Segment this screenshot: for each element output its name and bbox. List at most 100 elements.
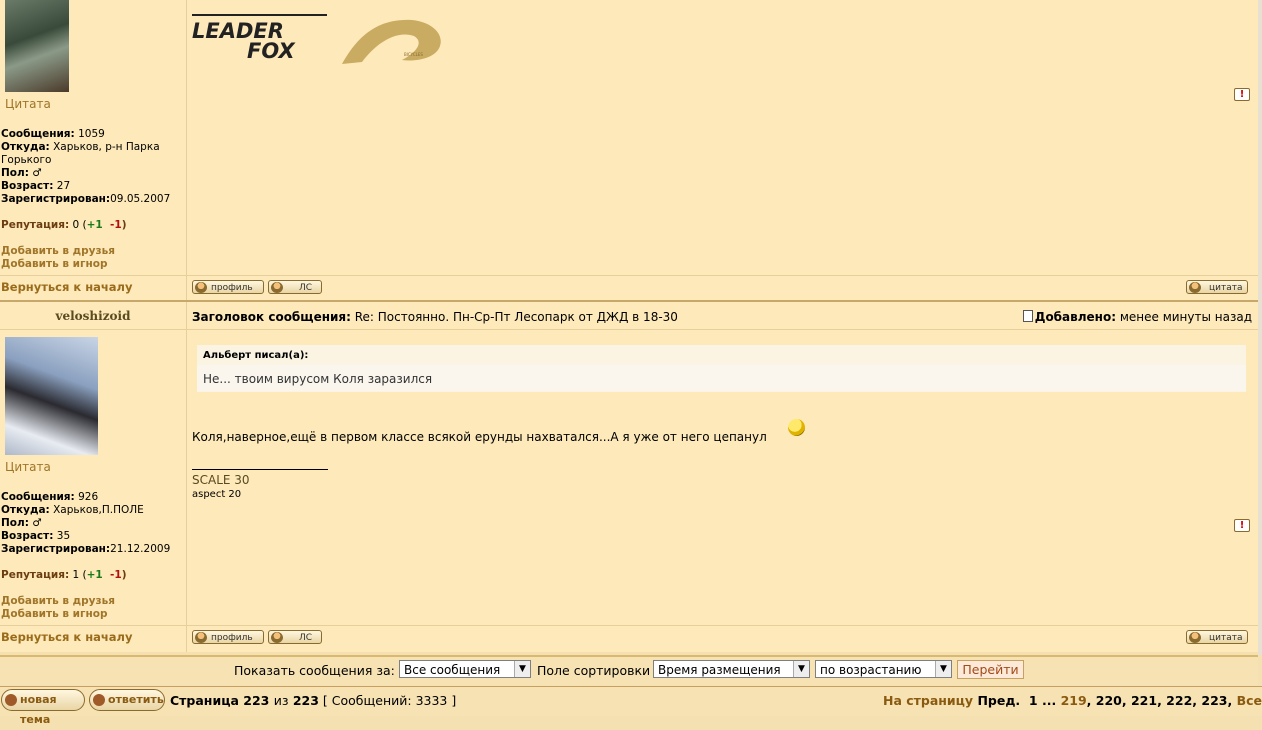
page-link-start[interactable]: 1 ... xyxy=(1029,693,1056,708)
add-ignore-link[interactable]: Добавить в игнор xyxy=(1,258,108,271)
reputation: Репутация: 1 (+1 -1) xyxy=(1,569,127,581)
chevron-down-icon: ▼ xyxy=(793,661,809,677)
page-link[interactable]: 222 xyxy=(1166,693,1192,708)
rep-close: ) xyxy=(121,219,127,231)
profile-button[interactable]: профиль xyxy=(192,280,264,294)
quote-button-label: цитата xyxy=(1209,283,1243,293)
pm-icon xyxy=(271,632,283,643)
stat-label: Сообщения: xyxy=(1,491,75,503)
reputation-label: Репутация: xyxy=(1,219,70,231)
scrollbar[interactable] xyxy=(1258,0,1262,655)
quote-link[interactable]: Цитата xyxy=(5,460,51,474)
divider xyxy=(0,329,1258,330)
smiley-icon xyxy=(788,419,805,436)
stat-value: 926 xyxy=(74,491,99,503)
reply-icon xyxy=(93,694,105,706)
add-ignore-link[interactable]: Добавить в игнор xyxy=(1,608,108,621)
pm-button-label: ЛС xyxy=(299,633,313,643)
reputation-value: 0 ( xyxy=(69,219,87,231)
leader-fox-logo: LEADER FOX BICYCLES xyxy=(192,14,441,64)
stat-label: Пол: xyxy=(1,517,29,529)
new-topic-icon xyxy=(5,694,17,706)
subject-label: Заголовок сообщения: xyxy=(192,310,351,324)
report-icon[interactable]: ! xyxy=(1234,519,1250,532)
quote-icon xyxy=(1189,632,1201,643)
quote-block: Альберт писал(а): Не... твоим вирусом Ко… xyxy=(197,345,1246,392)
user-stats: Сообщения: 1059 Откуда: Харьков, р-н Пар… xyxy=(1,128,181,206)
go-button[interactable]: Перейти xyxy=(957,660,1024,679)
chevron-down-icon: ▼ xyxy=(935,661,951,677)
divider xyxy=(0,275,1258,276)
logo-small-text: BICYCLES xyxy=(404,52,423,57)
quote-body: Не... твоим вирусом Коля заразился xyxy=(197,365,1246,391)
new-topic-button[interactable]: новая тема xyxy=(1,689,85,726)
sort-field-select[interactable]: Время размещения ▼ xyxy=(653,660,810,678)
rep-minus-link[interactable]: -1 xyxy=(110,219,122,231)
quote-button[interactable]: цитата xyxy=(1186,630,1248,644)
back-to-top-link[interactable]: Вернуться к началу xyxy=(1,280,132,294)
profile-button-label: профиль xyxy=(211,283,253,293)
page-link-current: 223 xyxy=(1201,693,1228,708)
prev-link[interactable]: Пред. xyxy=(977,693,1020,708)
stat-label: Возраст: xyxy=(1,530,54,542)
post-1-sidebar: Цитата Сообщения: 1059 Откуда: Харьков, … xyxy=(0,0,187,300)
sort-field-value: Время размещения xyxy=(658,663,781,677)
added-value: менее минуты назад xyxy=(1116,310,1252,324)
page-link[interactable]: 219 xyxy=(1061,693,1087,708)
sort-order-select[interactable]: по возрастанию ▼ xyxy=(815,660,952,678)
report-icon[interactable]: ! xyxy=(1234,88,1250,101)
add-friend-link[interactable]: Добавить в друзья xyxy=(1,245,115,258)
post-subject: Заголовок сообщения: Re: Постоянно. Пн-С… xyxy=(192,310,678,324)
stat-label: Зарегистрирован: xyxy=(1,543,111,555)
stat-label: Сообщения: xyxy=(1,128,75,140)
pagination: На страницу Пред. 1 ... 219, 220, 221, 2… xyxy=(882,693,1262,708)
quote-link[interactable]: Цитата xyxy=(5,97,51,111)
pm-icon xyxy=(271,282,283,293)
page-info: Страница 223 из 223 [ Сообщений: 3333 ] xyxy=(170,693,456,708)
quote-button-label: цитата xyxy=(1209,633,1243,643)
chevron-down-icon: ▼ xyxy=(514,661,530,677)
stat-value: 09.05.2007 xyxy=(110,193,171,205)
messages-count: [ Сообщений: 3333 ] xyxy=(318,693,457,708)
rep-plus-link[interactable]: +1 xyxy=(87,219,103,231)
post-added: Добавлено: менее минуты назад xyxy=(1022,310,1252,324)
rep-plus-link[interactable]: +1 xyxy=(87,569,103,581)
username[interactable]: veloshizoid xyxy=(0,309,186,323)
pm-button[interactable]: ЛС xyxy=(268,630,322,644)
signature-divider xyxy=(192,469,328,470)
message-text: Коля,наверное,ещё в первом классе всякой… xyxy=(192,430,767,444)
reply-button[interactable]: ответить xyxy=(89,689,165,711)
page-link[interactable]: 220 xyxy=(1096,693,1122,708)
page-label: Страница xyxy=(170,693,239,708)
profile-icon xyxy=(195,632,207,643)
profile-icon xyxy=(195,282,207,293)
stat-label: Пол: xyxy=(1,167,29,179)
pm-button[interactable]: ЛС xyxy=(268,280,322,294)
stat-value: 35 xyxy=(53,530,71,542)
profile-button-label: профиль xyxy=(211,633,253,643)
stat-value: 27 xyxy=(53,180,71,192)
quote-button[interactable]: цитата xyxy=(1186,280,1248,294)
stat-value: 21.12.2009 xyxy=(110,543,171,555)
rep-minus-link[interactable]: -1 xyxy=(110,569,122,581)
all-pages-link[interactable]: Все xyxy=(1237,693,1262,708)
page-link[interactable]: 221 xyxy=(1131,693,1157,708)
profile-button[interactable]: профиль xyxy=(192,630,264,644)
show-messages-label: Показать сообщения за: xyxy=(234,663,395,678)
page-total: 223 xyxy=(292,693,319,708)
reputation: Репутация: 0 (+1 -1) xyxy=(1,219,127,231)
back-to-top-link[interactable]: Вернуться к началу xyxy=(1,630,132,644)
show-messages-select[interactable]: Все сообщения ▼ xyxy=(399,660,531,678)
sort-bar: Показать сообщения за: Все сообщения ▼ По… xyxy=(0,655,1258,685)
quote-icon xyxy=(1189,282,1201,293)
quote-author: Альберт писал(а): xyxy=(203,350,309,361)
quote-text: Не... твоим вирусом Коля заразился xyxy=(203,372,433,386)
signature-line-1: SCALE 30 xyxy=(192,473,250,487)
avatar xyxy=(5,337,98,455)
post-icon[interactable] xyxy=(1022,310,1033,322)
divider xyxy=(0,625,1258,626)
user-stats: Сообщения: 926 Откуда: Харьков,П.ПОЛЕ По… xyxy=(1,491,183,556)
reply-label: ответить xyxy=(108,693,164,706)
stat-value: 1059 xyxy=(74,128,105,140)
add-friend-link[interactable]: Добавить в друзья xyxy=(1,595,115,608)
